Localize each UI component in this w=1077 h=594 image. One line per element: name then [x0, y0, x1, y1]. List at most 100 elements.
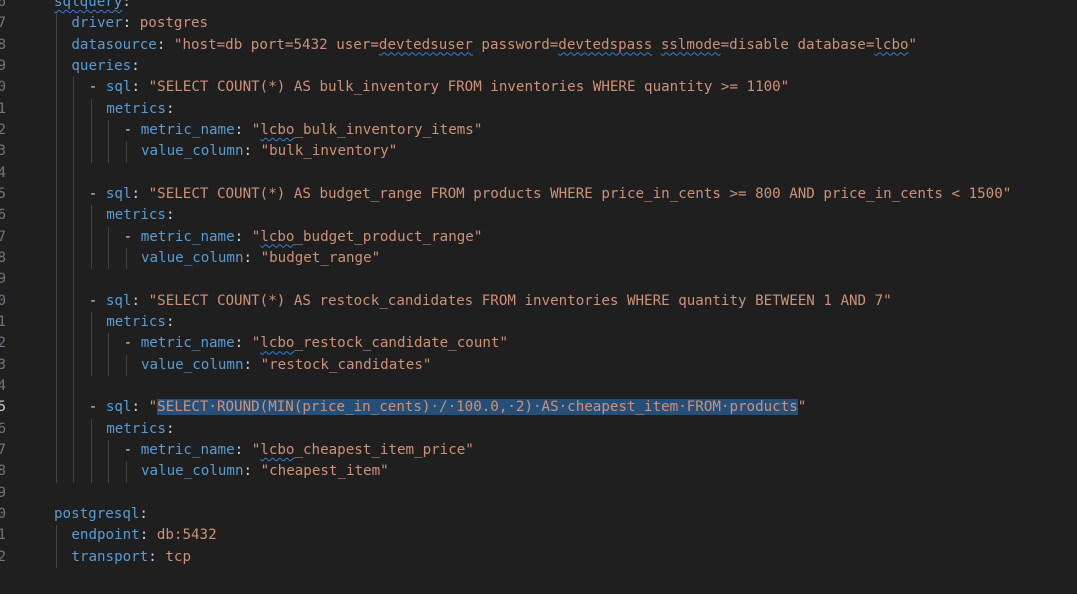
- line-number: 7: [0, 441, 6, 458]
- yaml-value: "restock_candidates": [260, 356, 432, 373]
- yaml-punct: :: [243, 463, 261, 480]
- line-number: 9: [0, 271, 6, 288]
- code-content: - sql: "SELECT COUNT(*) AS budget_range …: [89, 184, 1012, 205]
- code-line[interactable]: 7 - metric_name: "lcbo_budget_product_ran…: [0, 227, 1077, 248]
- code-line[interactable]: 5 - sql: "SELECT·ROUND(MIN(price_in_cents…: [0, 397, 1077, 419]
- code-content: - metric_name: "lcbo_budget_product_rang…: [124, 227, 483, 248]
- yaml-key: endpoint: [71, 527, 140, 544]
- yaml-value: "host=db port=5432 user=: [173, 36, 379, 53]
- yaml-value: "SELECT COUNT(*) AS budget_range FROM pr…: [148, 185, 1012, 202]
- indent-guide: [90, 98, 92, 163]
- indent-guide: [108, 119, 110, 163]
- code-line[interactable]: 5 - sql: "SELECT COUNT(*) AS budget_range…: [0, 184, 1077, 205]
- yaml-punct: :: [131, 292, 149, 309]
- indent-guide: [108, 333, 110, 376]
- yaml-key: metrics: [106, 420, 166, 437]
- code-line[interactable]: 2 transport: tcp: [0, 547, 1077, 568]
- yaml-value: devtedsuser: [378, 36, 473, 53]
- yaml-punct: -: [88, 399, 106, 416]
- code-line[interactable]: 6 sqlquery:: [0, 0, 1077, 13]
- line-number: 2: [0, 335, 6, 352]
- code-content: queries:: [71, 56, 139, 77]
- yaml-value: ": [251, 121, 261, 138]
- line-number: 6: [0, 420, 6, 437]
- yaml-value: =disable database=: [720, 36, 875, 53]
- yaml-punct: :: [243, 356, 261, 373]
- indent-guide: [125, 354, 127, 376]
- line-number: 8: [0, 36, 6, 53]
- yaml-value: ": [908, 36, 918, 53]
- code-line[interactable]: 0 - sql: "SELECT COUNT(*) AS bulk_invento…: [0, 77, 1077, 98]
- code-content: metrics:: [106, 205, 174, 226]
- code-line[interactable]: 1 metrics:: [0, 99, 1077, 120]
- yaml-value: "SELECT COUNT(*) AS bulk_inventory FROM …: [148, 79, 790, 96]
- code-content: - metric_name: "lcbo_bulk_inventory_item…: [124, 120, 483, 141]
- code-line[interactable]: 0 postgresql:: [0, 504, 1077, 525]
- code-line[interactable]: 8 value_column: "cheapest_item": [0, 461, 1077, 482]
- line-number: 3: [0, 356, 6, 373]
- yaml-punct: -: [123, 228, 141, 245]
- yaml-punct: :: [131, 399, 149, 416]
- line-number: 7: [0, 15, 6, 32]
- yaml-value: ": [251, 441, 261, 458]
- yaml-punct: -: [123, 121, 141, 138]
- code-line[interactable]: 6 metrics:: [0, 205, 1077, 226]
- code-line[interactable]: 2 - metric_name: "lcbo_bulk_inventory_ite…: [0, 120, 1077, 141]
- line-number: 6: [0, 207, 6, 224]
- yaml-punct: :: [165, 100, 175, 117]
- code-content: metrics:: [106, 99, 174, 120]
- code-editor[interactable]: 6 sqlquery: 7 driver: postgres 8 datasource: …: [0, 0, 1077, 594]
- line-number: 8: [0, 463, 6, 480]
- line-number: 5: [0, 399, 6, 416]
- code-content: - sql: "SELECT COUNT(*) AS restock_candi…: [89, 291, 892, 312]
- yaml-value: "cheapest_item": [260, 463, 389, 480]
- code-line[interactable]: 9: [0, 269, 1077, 290]
- yaml-punct: :: [131, 79, 149, 96]
- code-line[interactable]: 3 value_column: "restock_candidates": [0, 355, 1077, 376]
- line-number: 4: [0, 164, 6, 181]
- yaml-value: lcbo: [874, 36, 909, 53]
- yaml-key: metric_name: [140, 441, 235, 458]
- indent-guide: [90, 205, 92, 270]
- yaml-punct: -: [88, 292, 106, 309]
- code-line[interactable]: 4: [0, 376, 1077, 397]
- indent-guide: [56, 525, 57, 568]
- yaml-key: sql: [105, 292, 132, 309]
- code-line[interactable]: 8 datasource: "host=db port=5432 user=dev…: [0, 35, 1077, 56]
- code-line[interactable]: 4: [0, 163, 1077, 184]
- yaml-punct: :: [165, 313, 175, 330]
- yaml-key: sql: [105, 185, 132, 202]
- yaml-key: sqlquery: [54, 0, 123, 10]
- line-number: 2: [0, 548, 6, 565]
- code-line[interactable]: 1 endpoint: db:5432: [0, 525, 1077, 546]
- code-line[interactable]: 9 queries:: [0, 56, 1077, 77]
- line-number: 5: [0, 185, 6, 202]
- code-line[interactable]: 7 - metric_name: "lcbo_cheapest_item_pric…: [0, 440, 1077, 461]
- yaml-value: ": [797, 399, 807, 416]
- code-line[interactable]: 2 - metric_name: "lcbo_restock_candidate_…: [0, 333, 1077, 354]
- yaml-punct: :: [156, 36, 174, 53]
- code-line[interactable]: 8 value_column: "budget_range": [0, 248, 1077, 269]
- yaml-punct: -: [88, 79, 106, 96]
- code-line[interactable]: 9: [0, 483, 1077, 504]
- code-line[interactable]: 0 - sql: "SELECT COUNT(*) AS restock_cand…: [0, 291, 1077, 312]
- yaml-key: queries: [71, 57, 132, 74]
- line-number: 9: [0, 484, 6, 501]
- line-number: 9: [0, 57, 6, 74]
- indent-guide: [125, 247, 127, 270]
- yaml-key: metric_name: [140, 228, 235, 245]
- yaml-key: value_column: [141, 463, 244, 480]
- code-line[interactable]: 3 value_column: "bulk_inventory": [0, 141, 1077, 162]
- indent-guide: [125, 461, 127, 483]
- yaml-punct: :: [122, 15, 140, 32]
- line-number: 1: [0, 527, 6, 544]
- code-line[interactable]: 1 metrics:: [0, 312, 1077, 333]
- code-content: transport: tcp: [71, 547, 191, 568]
- line-number: 0: [0, 79, 6, 96]
- yaml-value: db:5432: [156, 527, 217, 544]
- yaml-value: devtedspass: [558, 36, 653, 53]
- code-line[interactable]: 6 metrics:: [0, 419, 1077, 440]
- line-number: 0: [0, 505, 6, 522]
- yaml-value: password=: [472, 36, 559, 53]
- code-line[interactable]: 7 driver: postgres: [0, 13, 1077, 34]
